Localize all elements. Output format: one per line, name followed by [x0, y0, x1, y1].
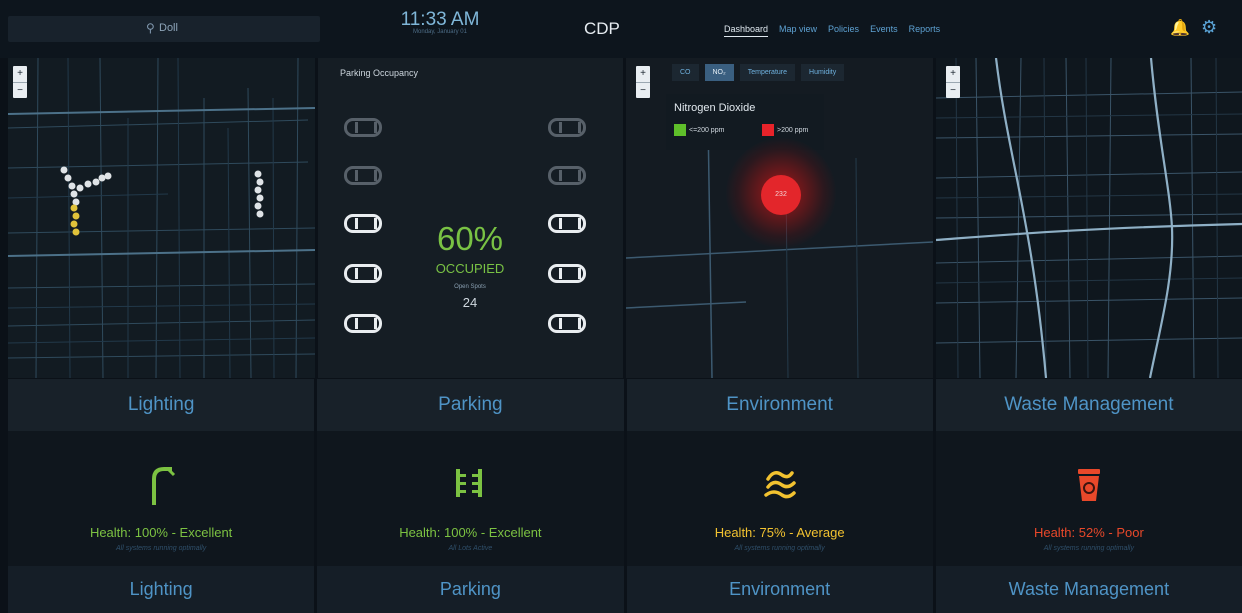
parking-footer-title[interactable]: Parking [317, 566, 624, 613]
app-title: CDP [584, 19, 620, 38]
environment-health-card[interactable]: Health: 75% - Average All systems runnin… [626, 431, 933, 566]
waste-health-status: Health: 52% - Poor [1033, 525, 1144, 540]
waste-map[interactable]: + − [936, 58, 1242, 378]
environment-footer-title[interactable]: Environment [626, 566, 933, 613]
parking-spot-icon [344, 166, 382, 185]
zoom-out-button[interactable]: − [636, 82, 650, 98]
gear-icon[interactable]: ⚙ [1201, 17, 1217, 38]
waste-bin-icon [1077, 469, 1100, 501]
occupancy-percent: 60% [436, 220, 504, 257]
parking-spot-icon [344, 214, 382, 233]
legend-item-low: <=200 ppm [674, 124, 724, 136]
lighting-map-streets [8, 58, 315, 378]
clock: 11:33 AM Monday, January 01 [360, 9, 520, 35]
tab-co[interactable]: CO [672, 64, 699, 81]
location-search[interactable]: ⚲ Doll [8, 16, 320, 42]
street-light-icon [152, 467, 176, 505]
parking-spot-icon [548, 166, 586, 185]
parking-spot-icon [344, 264, 382, 283]
nav-reports[interactable]: Reports [909, 24, 941, 37]
legend-title: Nitrogen Dioxide [674, 102, 756, 114]
location-text: Doll [159, 22, 178, 34]
parking-spot-icon [344, 118, 382, 137]
nav-dashboard[interactable]: Dashboard [724, 24, 769, 37]
parking-spot-icon [548, 314, 586, 333]
nav-map-view[interactable]: Map view [779, 24, 817, 37]
parking-occupancy-panel: Parking Occupancy 60% OCCUPIED Open Spot… [318, 58, 623, 378]
parking-health-status: Health: 100% - Excellent [399, 525, 542, 540]
zoom-controls: + − [946, 66, 960, 98]
lighting-health-card[interactable]: Health: 100% - Excellent All systems run… [8, 431, 315, 566]
environment-map[interactable]: CO NO₂ Temperature Humidity Nitrogen Dio… [626, 58, 933, 378]
tab-humidity[interactable]: Humidity [801, 64, 845, 81]
pollutant-tabs: CO NO₂ Temperature Humidity [672, 64, 845, 81]
lighting-map[interactable]: + − [8, 58, 315, 378]
occupied-label: OCCUPIED [435, 261, 505, 276]
legend-swatch-red [762, 124, 774, 136]
open-spots-label: Open Spots [454, 284, 486, 290]
legend-label-low: <=200 ppm [689, 126, 725, 134]
environment-title[interactable]: Environment [626, 379, 933, 431]
module-health-row: Health: 100% - Excellent All systems run… [8, 431, 1242, 566]
pollution-hotspot[interactable]: 232 [761, 175, 801, 215]
tab-temperature[interactable]: Temperature [739, 64, 796, 81]
waste-map-streets [936, 58, 1242, 378]
parking-title[interactable]: Parking [317, 379, 624, 431]
top-bar: ⚲ Doll 11:33 AM Monday, January 01 CDP D… [0, 0, 1242, 58]
lighting-title[interactable]: Lighting [8, 379, 315, 431]
zoom-out-button[interactable]: − [13, 82, 27, 98]
bell-icon[interactable]: 🔔 [1170, 18, 1190, 38]
legend-item-high: >200 ppm [762, 124, 808, 136]
nav-events[interactable]: Events [870, 24, 898, 37]
nav-policies[interactable]: Policies [828, 24, 859, 37]
parking-panel-title: Parking Occupancy [340, 68, 419, 78]
environment-health-status: Health: 75% - Average [714, 525, 845, 540]
legend-label-high: >200 ppm [777, 126, 809, 134]
parking-spot-icon [548, 214, 586, 233]
clock-time: 11:33 AM [400, 9, 480, 30]
parking-spot-icon [344, 314, 382, 333]
lighting-health-status: Health: 100% - Excellent [89, 525, 233, 540]
lighting-footer-title[interactable]: Lighting [8, 566, 315, 613]
clock-date: Monday, January 01 [413, 29, 467, 35]
air-quality-icon [763, 471, 796, 499]
main-nav: Dashboard Map view Policies Events Repor… [724, 24, 940, 37]
waste-health-subtext: All systems running optimally [1043, 545, 1134, 552]
waste-health-card[interactable]: Health: 52% - Poor All systems running o… [935, 431, 1242, 566]
zoom-in-button[interactable]: + [13, 66, 27, 82]
tab-no2[interactable]: NO₂ [704, 64, 734, 81]
location-pin-icon: ⚲ [146, 21, 155, 35]
parking-lot-icon [456, 469, 483, 497]
environment-health-subtext: All systems running optimally [734, 545, 825, 552]
module-footer-row: Lighting Parking Environment Waste Manag… [8, 566, 1242, 613]
open-spots-count: 24 [462, 295, 478, 310]
zoom-out-button[interactable]: − [946, 82, 960, 98]
parking-health-subtext: All Lots Active [448, 545, 493, 552]
lighting-health-subtext: All systems running optimally [115, 545, 207, 552]
parking-health-card[interactable]: Health: 100% - Excellent All Lots Active [317, 431, 624, 566]
zoom-controls: + − [13, 66, 27, 98]
parking-spot-icon [548, 264, 586, 283]
module-title-row: Lighting Parking Environment Waste Manag… [8, 379, 1242, 431]
waste-management-footer-title[interactable]: Waste Management [935, 566, 1242, 613]
zoom-in-button[interactable]: + [636, 66, 650, 82]
waste-management-title[interactable]: Waste Management [935, 379, 1242, 431]
zoom-in-button[interactable]: + [946, 66, 960, 82]
legend-swatch-green [674, 124, 686, 136]
zoom-controls: + − [636, 66, 650, 98]
parking-spot-icon [548, 118, 586, 137]
